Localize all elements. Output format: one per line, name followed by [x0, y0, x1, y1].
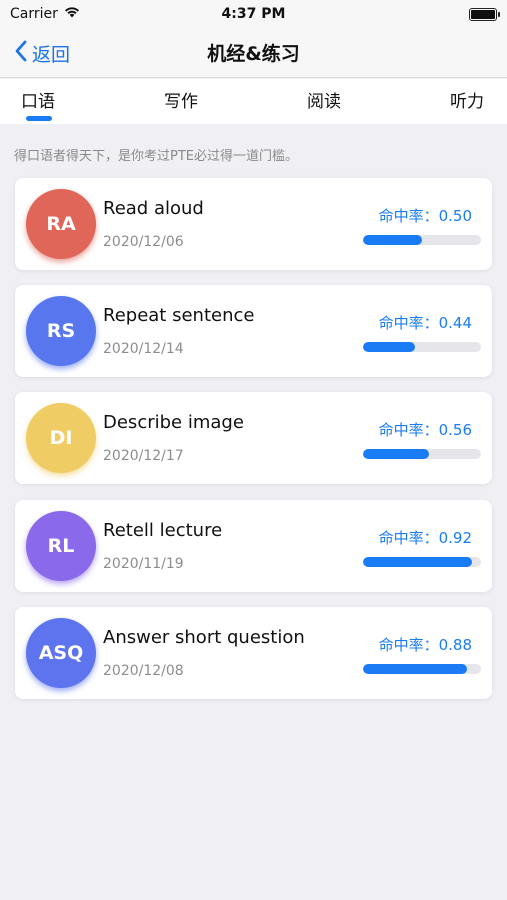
hit-rate-label: 命中率：0.88 — [378, 636, 472, 654]
navigation-bar: 返回 机经&练习 — [0, 28, 507, 78]
card-title: Read aloud — [103, 198, 204, 219]
tab-reading[interactable]: 阅读 — [307, 87, 341, 112]
status-bar: Carrier 4:37 PM — [0, 0, 507, 28]
chevron-left-icon — [14, 40, 28, 67]
hit-rate-progress — [363, 235, 481, 245]
practice-card-read-aloud[interactable]: RA Read aloud 2020/12/06 命中率：0.50 — [15, 178, 492, 270]
hit-rate-label: 命中率：0.92 — [378, 529, 472, 547]
hit-rate-progress — [363, 342, 481, 352]
hit-rate-label: 命中率：0.56 — [378, 421, 472, 439]
tab-speaking[interactable]: 口语 — [21, 87, 55, 112]
progress-fill — [363, 449, 430, 459]
hit-rate-progress — [363, 449, 481, 459]
practice-card-repeat-sentence[interactable]: RS Repeat sentence 2020/12/14 命中率：0.44 — [15, 285, 492, 377]
card-date: 2020/11/19 — [103, 556, 184, 572]
practice-card-describe-image[interactable]: DI Describe image 2020/12/17 命中率：0.56 — [15, 392, 492, 484]
progress-fill — [363, 342, 415, 352]
hit-rate-progress — [363, 664, 481, 674]
active-tab-indicator — [26, 116, 52, 121]
page-title: 机经&练习 — [207, 43, 300, 65]
progress-fill — [363, 235, 422, 245]
card-date: 2020/12/06 — [103, 234, 184, 250]
tab-writing[interactable]: 写作 — [164, 87, 198, 112]
progress-fill — [363, 664, 467, 674]
avatar: RS — [26, 296, 96, 366]
category-tabs: 口语 写作 阅读 听力 — [0, 79, 507, 124]
card-date: 2020/12/17 — [103, 448, 184, 464]
avatar: DI — [26, 403, 96, 473]
avatar: RL — [26, 511, 96, 581]
wifi-icon — [64, 6, 80, 22]
card-date: 2020/12/08 — [103, 663, 184, 679]
avatar: RA — [26, 189, 96, 259]
hit-rate-progress — [363, 557, 481, 567]
card-title: Answer short question — [103, 627, 305, 648]
carrier-label: Carrier — [10, 6, 58, 22]
practice-card-retell-lecture[interactable]: RL Retell lecture 2020/11/19 命中率：0.92 — [15, 500, 492, 592]
hit-rate-label: 命中率：0.50 — [378, 207, 472, 225]
card-title: Repeat sentence — [103, 305, 255, 326]
card-title: Describe image — [103, 412, 244, 433]
battery-icon — [469, 7, 500, 21]
avatar: ASQ — [26, 618, 96, 688]
practice-card-answer-short-question[interactable]: ASQ Answer short question 2020/12/08 命中率… — [15, 607, 492, 699]
section-subtitle: 得口语者得天下，是你考过PTE必过得一道门槛。 — [14, 149, 298, 164]
card-date: 2020/12/14 — [103, 341, 184, 357]
status-left: Carrier — [10, 6, 80, 22]
back-button[interactable]: 返回 — [14, 28, 70, 78]
hit-rate-label: 命中率：0.44 — [378, 314, 472, 332]
tab-listening[interactable]: 听力 — [450, 87, 484, 112]
card-title: Retell lecture — [103, 520, 223, 541]
back-label: 返回 — [32, 43, 71, 66]
progress-fill — [363, 557, 472, 567]
